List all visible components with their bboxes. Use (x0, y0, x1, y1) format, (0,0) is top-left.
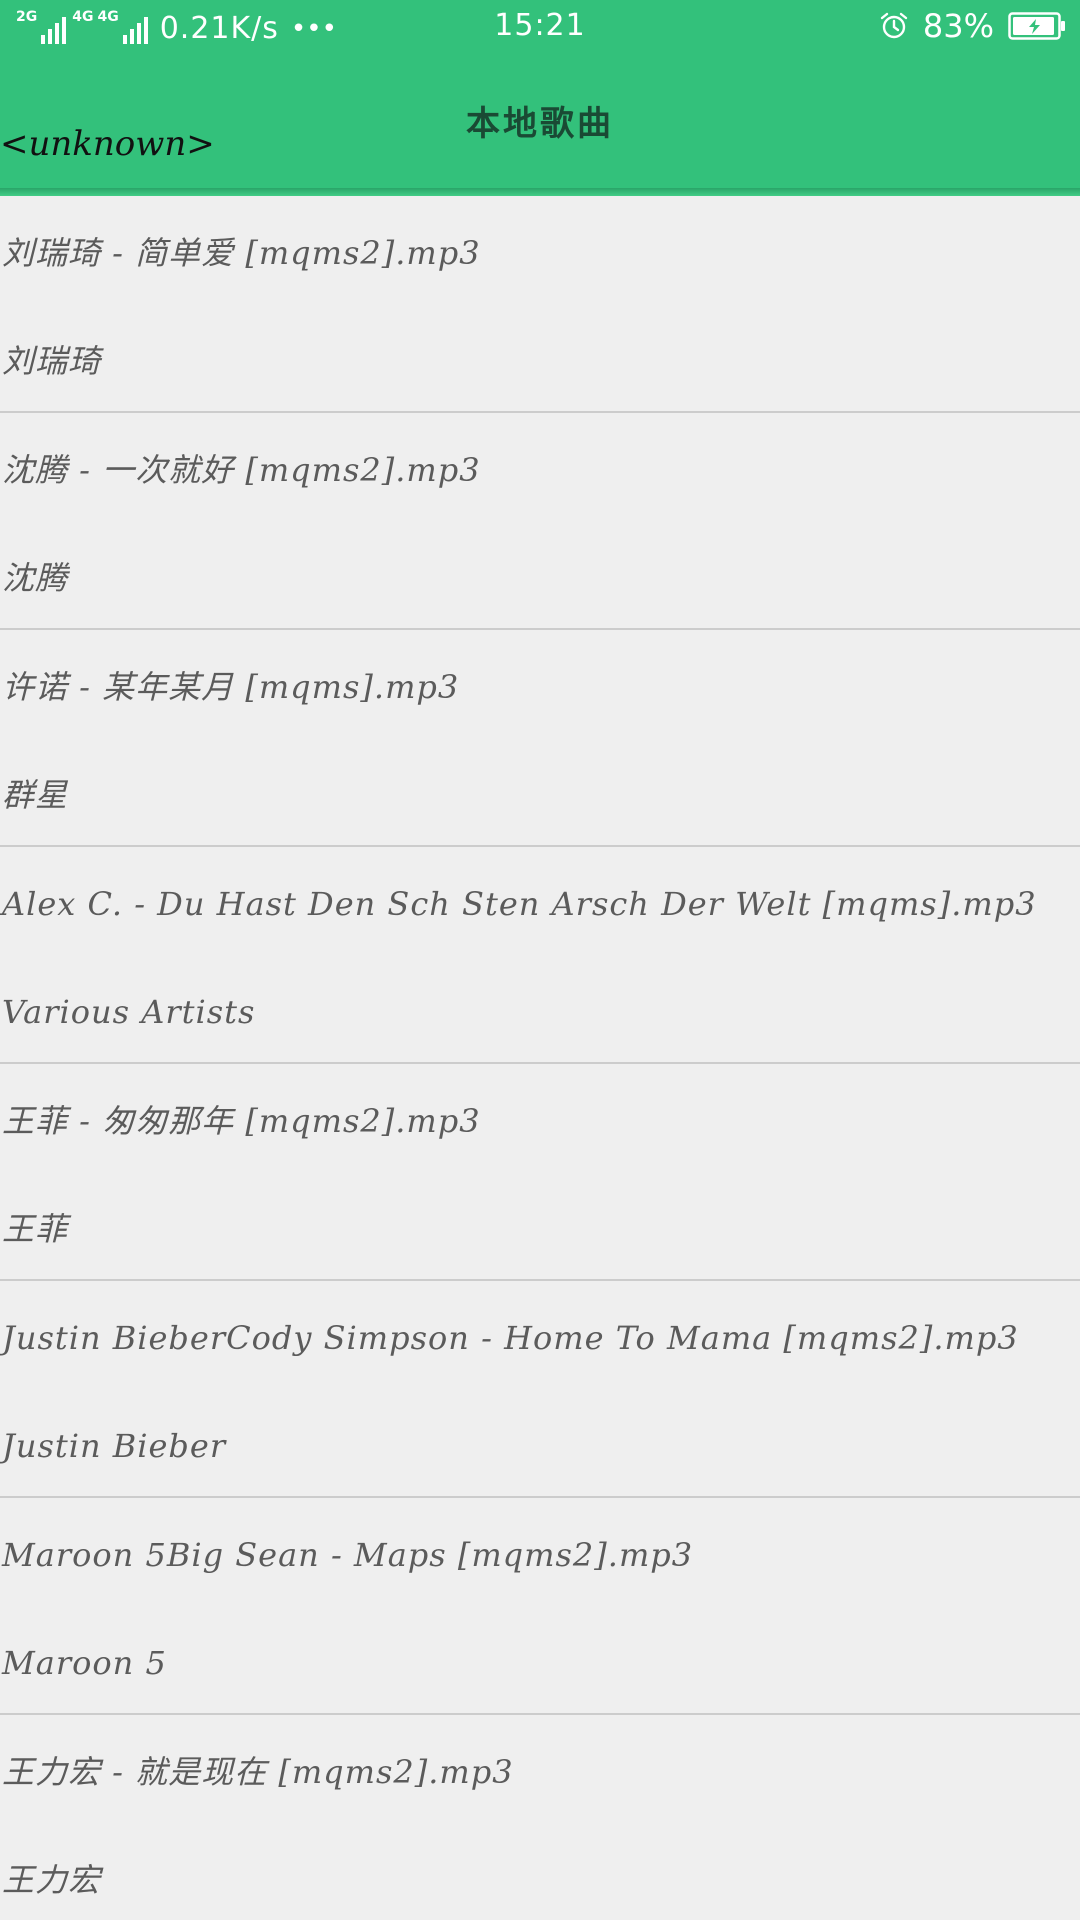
song-item[interactable]: 王力宏 - 就是现在 [mqms2].mp3 王力宏 (0, 1715, 1080, 1920)
song-item[interactable]: 许诺 - 某年某月 [mqms].mp3 群星 (0, 630, 1080, 847)
song-item[interactable]: Alex C. - Du Hast Den Sch Sten Arsch Der… (0, 847, 1080, 1064)
song-title: 刘瑞琦 - 简单爱 [mqms2].mp3 (2, 234, 481, 272)
song-title: 王力宏 - 就是现在 [mqms2].mp3 (2, 1753, 514, 1791)
battery-percent: 83% (922, 7, 994, 45)
song-artist: 沈腾 (2, 559, 69, 597)
song-artist: Various Artists (2, 993, 256, 1031)
song-artist: 王力宏 (2, 1861, 102, 1899)
status-bar: 2G 4G 4G 0.21K/s ••• 15:21 83% (0, 0, 1080, 52)
song-list: 刘瑞琦 - 简单爱 [mqms2].mp3 刘瑞琦 沈腾 - 一次就好 [mqm… (0, 196, 1080, 1920)
song-artist: Justin Bieber (2, 1427, 227, 1465)
song-title: 许诺 - 某年某月 [mqms].mp3 (2, 668, 460, 706)
song-item[interactable]: 王菲 - 匆匆那年 [mqms2].mp3 王菲 (0, 1064, 1080, 1281)
toolbar: <unknown> 本地歌曲 (0, 52, 1080, 192)
alarm-icon (880, 12, 908, 39)
song-artist: Maroon 5 (2, 1644, 167, 1682)
song-item[interactable]: 刘瑞琦 - 简单爱 [mqms2].mp3 刘瑞琦 (0, 196, 1080, 413)
song-title: 沈腾 - 一次就好 [mqms2].mp3 (2, 451, 481, 489)
screen: 2G 4G 4G 0.21K/s ••• 15:21 83% <unknown>… (0, 0, 1080, 1920)
song-title: Maroon 5Big Sean - Maps [mqms2].mp3 (2, 1536, 694, 1574)
page-title: 本地歌曲 (466, 104, 614, 144)
song-title: Justin BieberCody Simpson - Home To Mama… (2, 1319, 1019, 1357)
song-artist: 刘瑞琦 (2, 342, 102, 380)
song-title: 王菲 - 匆匆那年 [mqms2].mp3 (2, 1102, 481, 1140)
song-artist: 王菲 (2, 1210, 69, 1248)
status-right: 83% (879, 8, 1066, 44)
song-item[interactable]: Maroon 5Big Sean - Maps [mqms2].mp3 Maro… (0, 1498, 1080, 1715)
toolbar-divider (0, 188, 1080, 196)
song-title: Alex C. - Du Hast Den Sch Sten Arsch Der… (2, 885, 1037, 923)
song-artist: 群星 (2, 776, 69, 814)
battery-charging-icon (1008, 12, 1065, 40)
song-item[interactable]: 沈腾 - 一次就好 [mqms2].mp3 沈腾 (0, 413, 1080, 630)
song-item[interactable]: Justin BieberCody Simpson - Home To Mama… (0, 1281, 1080, 1498)
